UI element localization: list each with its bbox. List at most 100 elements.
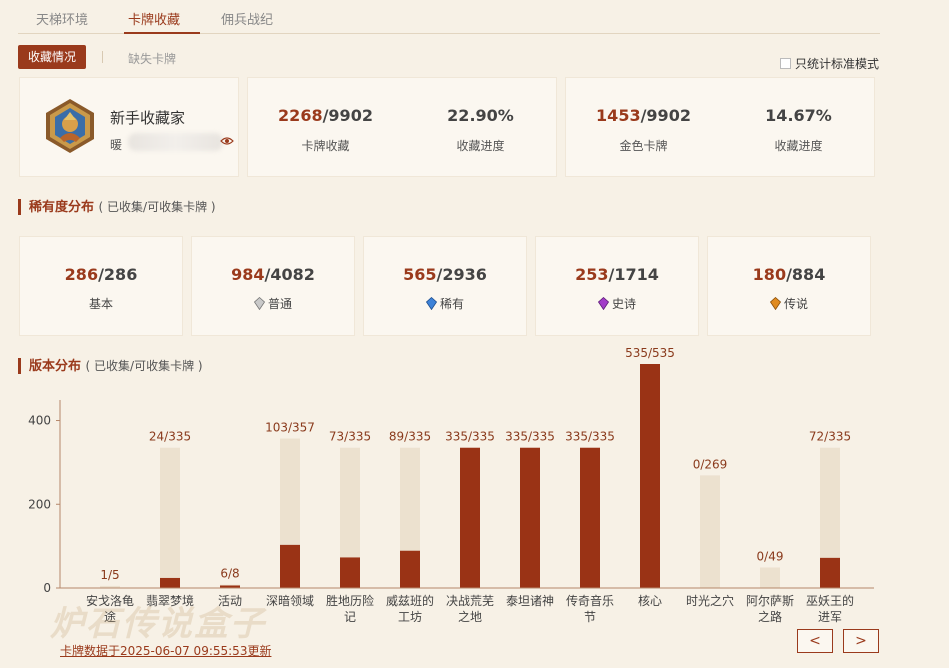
x-tick-label: 进军 (818, 610, 842, 624)
rare-gem-icon (425, 297, 437, 310)
tab-mercenaries[interactable]: 佣兵战纪 (221, 9, 273, 28)
bar-total (160, 447, 180, 588)
data-label: 72/335 (809, 430, 851, 444)
rarity-card-legendary: 180/884 传说 (707, 236, 871, 336)
chart-prev-button[interactable]: < (797, 629, 833, 653)
rarity-owned: 286 (64, 265, 99, 284)
username-blur-mask (128, 133, 223, 151)
subtab-missing-cards[interactable]: 缺失卡牌 (128, 50, 176, 67)
version-distribution-chart: 02004001/5安戈洛龟途24/335翡翠梦境6/8活动103/357深暗领… (28, 346, 874, 624)
golden-count-label: 金色卡牌 (619, 139, 668, 153)
active-tab-indicator (124, 32, 200, 34)
x-tick-label: 深暗领域 (266, 593, 314, 608)
rarity-owned: 565 (403, 265, 437, 284)
rarity-label: 稀有 (439, 297, 464, 311)
x-tick-label: 决战荒芜 (446, 594, 494, 608)
x-tick-label: 时光之穴 (686, 593, 734, 608)
rarity-card-rare: 565/2936 稀有 (363, 236, 527, 336)
epic-gem-icon (597, 297, 609, 310)
rarity-card-epic: 253/1714 史诗 (535, 236, 699, 336)
rarity-label: 普通 (267, 297, 292, 311)
bar-owned (160, 577, 180, 588)
x-tick-label: 胜地历险 (326, 593, 374, 608)
subtab-collection-status[interactable]: 收藏情况 (18, 45, 86, 69)
data-label: 6/8 (220, 567, 239, 581)
x-tick-label: 记 (344, 610, 356, 624)
x-tick-label: 工坊 (398, 609, 422, 624)
collector-badge-icon (46, 99, 94, 153)
collection-progress: 22.90% 收藏进度 (403, 106, 558, 154)
collection-total: /9902 (322, 106, 373, 125)
x-tick-label: 巫妖王的 (806, 593, 854, 608)
data-label: 0/269 (693, 457, 728, 471)
rarity-total: /4082 (264, 265, 315, 284)
golden-owned: 1453 (596, 106, 641, 125)
bar-owned (460, 447, 480, 588)
bar-total (760, 567, 780, 588)
golden-progress-label: 收藏进度 (774, 139, 823, 153)
golden-count: 1453/9902 金色卡牌 (566, 106, 721, 154)
rarity-owned: 180 (752, 265, 787, 284)
eye-icon[interactable] (220, 136, 234, 146)
profile-username: 暖 (110, 138, 123, 152)
x-tick-label: 之路 (758, 609, 782, 624)
data-label: 0/49 (757, 549, 784, 563)
data-updated-link[interactable]: 卡牌数据于2025-06-07 09:55:53更新 (60, 642, 271, 659)
rarity-card-common: 984/4082 普通 (191, 236, 355, 336)
bar-owned (400, 550, 420, 588)
data-label: 89/335 (389, 430, 431, 444)
chart-next-button[interactable]: > (843, 629, 879, 653)
standard-mode-checkbox[interactable]: 只统计标准模式 (780, 55, 879, 72)
bar-owned (520, 447, 540, 588)
bar-owned (340, 557, 360, 588)
tab-ladder[interactable]: 天梯环境 (36, 9, 88, 28)
rarity-total: /884 (786, 265, 826, 284)
y-tick-label: 200 (28, 497, 51, 511)
rarity-label: 基本 (88, 297, 113, 311)
common-gem-icon (253, 297, 265, 310)
bar-owned (820, 557, 840, 588)
data-label: 103/357 (265, 421, 315, 435)
standard-mode-label: 只统计标准模式 (795, 57, 880, 71)
rarity-section-title: 稀有度分布 ( 已收集/可收集卡牌 ) (18, 199, 216, 215)
x-tick-label: 节 (584, 610, 596, 624)
rarity-total: /286 (98, 265, 138, 284)
golden-progress-value: 14.67% (765, 106, 832, 125)
rarity-label: 传说 (783, 297, 808, 311)
profile-card: 新手收藏家 暖 (19, 77, 239, 177)
collection-count-label: 卡牌收藏 (301, 139, 350, 153)
bar-total (700, 475, 720, 588)
x-tick-label: 之地 (458, 610, 482, 624)
data-label: 335/335 (445, 430, 495, 444)
rarity-label: 史诗 (611, 297, 636, 311)
golden-progress: 14.67% 收藏进度 (721, 106, 876, 154)
rarity-subtitle: ( 已收集/可收集卡牌 ) (98, 200, 216, 214)
bar-owned (580, 447, 600, 588)
data-label: 24/335 (149, 430, 191, 444)
rarity-card-basic: 286/286 基本 (19, 236, 183, 336)
legendary-gem-icon (769, 297, 781, 310)
profile-title: 新手收藏家 (110, 109, 186, 127)
subtab-divider (102, 51, 103, 63)
x-tick-label: 阿尔萨斯 (746, 593, 794, 608)
golden-stats-card: 1453/9902 金色卡牌 14.67% 收藏进度 (565, 77, 875, 177)
collection-progress-label: 收藏进度 (456, 139, 505, 153)
bar-owned (640, 364, 660, 588)
data-label: 335/335 (505, 430, 555, 444)
bar-owned (280, 544, 300, 588)
watermark-logo: 炉石传说盒子 (50, 604, 266, 644)
data-label: 73/335 (329, 430, 371, 444)
collection-progress-value: 22.90% (447, 106, 514, 125)
golden-total: /9902 (640, 106, 691, 125)
checkbox-box[interactable] (780, 58, 791, 69)
rarity-owned: 984 (231, 265, 265, 284)
data-label: 1/5 (100, 568, 119, 582)
tab-card-collection[interactable]: 卡牌收藏 (128, 9, 180, 28)
rarity-title: 稀有度分布 (29, 200, 95, 215)
collection-count: 2268/9902 卡牌收藏 (248, 106, 403, 154)
data-label: 535/535 (625, 346, 675, 360)
collection-stats-card: 2268/9902 卡牌收藏 22.90% 收藏进度 (247, 77, 557, 177)
data-label: 335/335 (565, 430, 615, 444)
x-tick-label: 泰坦诸神 (506, 594, 554, 608)
y-tick-label: 400 (28, 414, 51, 428)
